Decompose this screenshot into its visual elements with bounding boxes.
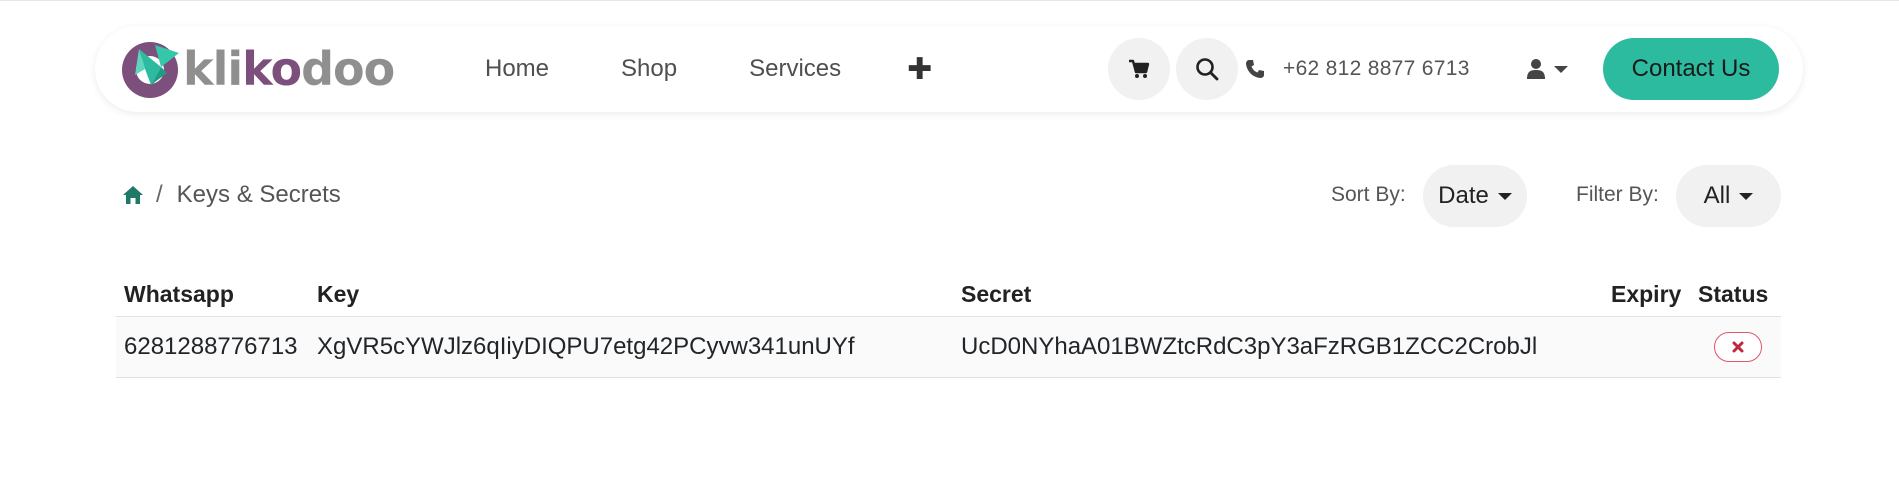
cell-secret: UcD0NYhaA01BWZtcRdC3pY3aFzRGB1ZCC2CrobJl xyxy=(953,316,1603,378)
cell-whatsapp: 6281288776713 xyxy=(116,316,309,378)
filter-label: Filter By: xyxy=(1576,183,1659,206)
breadcrumb-current: Keys & Secrets xyxy=(176,181,341,208)
chevron-down-icon xyxy=(1739,192,1754,200)
search-icon xyxy=(1196,58,1219,81)
logo[interactable]: klikodoo xyxy=(121,38,395,100)
chevron-down-icon xyxy=(1554,65,1568,73)
home-icon[interactable] xyxy=(122,185,144,205)
filter-dropdown[interactable]: All xyxy=(1676,165,1781,227)
contact-us-button[interactable]: Contact Us xyxy=(1603,38,1779,100)
search-button[interactable] xyxy=(1176,38,1238,100)
cart-button[interactable] xyxy=(1108,38,1170,100)
sort-value: Date xyxy=(1438,182,1489,209)
header-key: Key xyxy=(309,272,953,317)
sort-dropdown[interactable]: Date xyxy=(1423,165,1527,227)
nav-link-shop[interactable]: Shop xyxy=(621,55,677,83)
cell-status xyxy=(1694,316,1781,378)
logo-text-part: kli xyxy=(183,42,243,96)
breadcrumb-separator: / xyxy=(156,181,163,208)
close-icon xyxy=(1732,341,1743,353)
table-row: 6281288776713 XgVR5cYWJlz6qIiyDIQPU7etg4… xyxy=(116,316,1781,378)
phone-contact[interactable]: +62 812 8877 6713 xyxy=(1245,26,1470,112)
breadcrumb: / Keys & Secrets xyxy=(122,180,341,210)
cell-key: XgVR5cYWJlz6qIiyDIQPU7etg42PCyvw341unUYf xyxy=(309,316,953,378)
filter-value: All xyxy=(1703,182,1731,209)
nav-link-services[interactable]: Services xyxy=(749,55,841,83)
logo-text: klikodoo xyxy=(183,46,395,92)
keys-table: Whatsapp Key Secret Expiry Status 628128… xyxy=(116,272,1781,378)
phone-icon xyxy=(1246,60,1264,78)
chevron-down-icon xyxy=(1497,192,1512,200)
navbar: klikodoo Home Shop Services ✚ +62 812 88… xyxy=(95,26,1803,112)
header-whatsapp: Whatsapp xyxy=(116,272,309,317)
top-border xyxy=(0,0,1899,1)
logo-text-part: doo xyxy=(301,42,395,96)
cart-icon xyxy=(1129,59,1150,78)
status-badge[interactable] xyxy=(1713,332,1762,362)
header-status: Status xyxy=(1694,272,1781,317)
nav-link-home[interactable]: Home xyxy=(485,55,549,83)
logo-text-part: ko xyxy=(242,42,302,96)
user-menu[interactable] xyxy=(1527,26,1568,112)
main-nav: Home Shop Services ✚ xyxy=(485,26,932,112)
cell-expiry xyxy=(1603,316,1694,378)
phone-number: +62 812 8877 6713 xyxy=(1283,57,1470,80)
plus-icon[interactable]: ✚ xyxy=(907,52,932,87)
header-expiry: Expiry xyxy=(1603,272,1694,317)
logo-bird-icon xyxy=(122,42,179,98)
user-icon xyxy=(1527,59,1545,79)
header-secret: Secret xyxy=(953,272,1603,317)
sort-label: Sort By: xyxy=(1331,183,1406,206)
table-header-row: Whatsapp Key Secret Expiry Status xyxy=(116,272,1781,317)
